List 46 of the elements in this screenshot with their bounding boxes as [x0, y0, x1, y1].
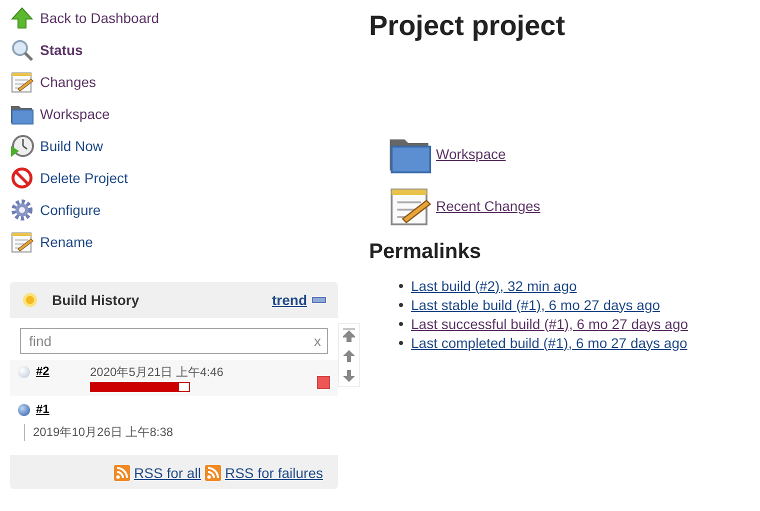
rss-icon	[204, 465, 221, 481]
build-time: 2019年10月26日 上午8:38	[24, 424, 330, 441]
jump-top-icon[interactable]	[343, 328, 355, 342]
bullet-icon	[399, 284, 403, 288]
gear-icon	[10, 198, 34, 222]
sidebar-link[interactable]: Rename	[40, 234, 93, 250]
down-arrow-icon[interactable]	[343, 370, 355, 382]
trend-link[interactable]: trend	[272, 292, 307, 308]
status-ball-icon	[18, 366, 30, 378]
sidebar-link[interactable]: Delete Project	[40, 170, 128, 186]
permalink[interactable]: Last stable build (#1), 6 mo 27 days ago	[411, 296, 660, 312]
sidebar-link[interactable]: Back to Dashboard	[40, 10, 160, 26]
forbidden-icon	[10, 166, 34, 190]
search-icon	[10, 38, 34, 62]
bullet-icon	[399, 322, 403, 326]
sidebar-link[interactable]: Configure	[40, 202, 101, 218]
page-title: Project project	[369, 10, 566, 42]
clock-play-icon	[10, 134, 34, 158]
build-link[interactable]: #2	[36, 364, 90, 392]
rss-link[interactable]: RSS for all	[134, 465, 201, 481]
sidebar-link[interactable]: Build Now	[40, 138, 104, 154]
panel-title: Build History	[52, 292, 140, 308]
status-ball-icon	[18, 404, 30, 416]
build-time: 2020年5月21日 上午4:46	[90, 364, 224, 381]
up-arrow-icon[interactable]	[343, 350, 355, 362]
up-arrow-icon	[10, 6, 34, 30]
sidebar-link[interactable]: Workspace	[40, 106, 110, 122]
section-heading: Permalinks	[369, 240, 482, 264]
sidebar-link[interactable]: Status	[40, 42, 83, 58]
permalink[interactable]: Last completed build (#1), 6 mo 27 days ago	[411, 334, 688, 350]
sun-icon	[22, 292, 38, 308]
collapse-icon[interactable]	[312, 297, 326, 303]
sidebar-link[interactable]: Changes	[40, 74, 96, 90]
notepad-pencil-icon	[10, 230, 34, 254]
rss-icon	[114, 465, 130, 481]
clear-button[interactable]: x	[314, 333, 321, 349]
permalink[interactable]: Last build (#2), 32 min ago	[411, 278, 577, 294]
rss-link[interactable]: RSS for failures	[224, 465, 323, 481]
link[interactable]: Workspace	[436, 146, 506, 162]
bullet-icon	[399, 302, 403, 306]
notepad-pencil-icon	[10, 70, 34, 94]
link[interactable]: Recent Changes	[436, 198, 540, 214]
build-link[interactable]: #1	[36, 402, 90, 416]
permalink[interactable]: Last successful build (#1), 6 mo 27 days ago	[411, 316, 688, 332]
search-field[interactable]: find x	[20, 328, 328, 354]
bullet-icon	[399, 340, 403, 344]
